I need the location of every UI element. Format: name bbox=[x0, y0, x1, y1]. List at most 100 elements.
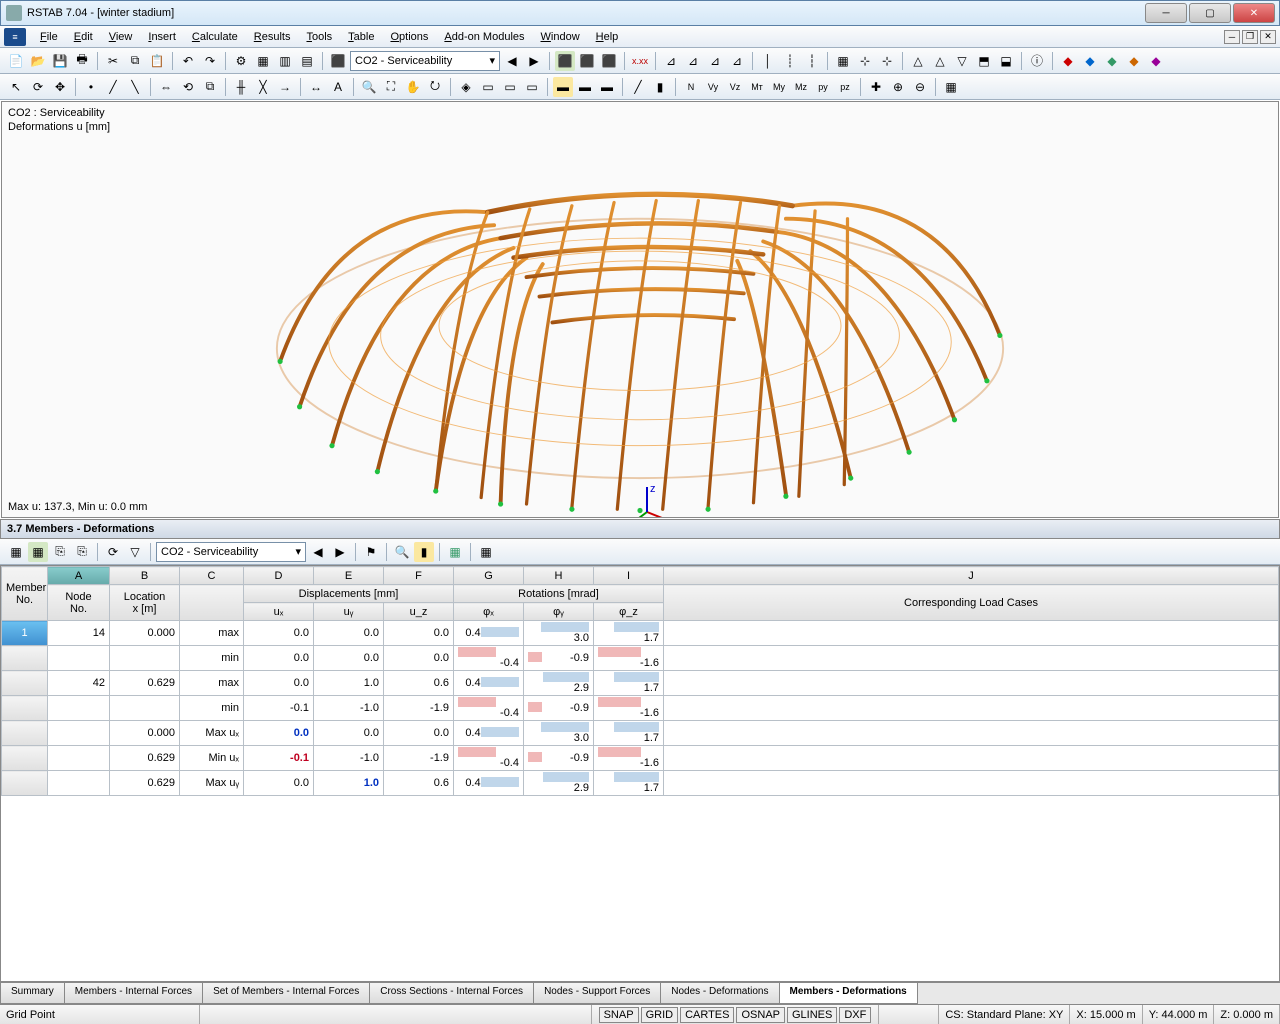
status-toggle-osnap[interactable]: OSNAP bbox=[736, 1007, 785, 1023]
copy-icon[interactable]: ⧉ bbox=[125, 51, 145, 71]
tab-members-internal-forces[interactable]: Members - Internal Forces bbox=[64, 983, 203, 1004]
col-d[interactable]: D bbox=[244, 567, 314, 585]
snap-icon[interactable]: ⊹ bbox=[877, 51, 897, 71]
dim-icon[interactable]: ↔ bbox=[306, 77, 326, 97]
col-j[interactable]: J bbox=[664, 567, 1279, 585]
prev-icon[interactable]: ◀ bbox=[502, 51, 522, 71]
tab-nodes-deformations[interactable]: Nodes - Deformations bbox=[660, 983, 779, 1004]
render-icon[interactable]: ▬ bbox=[553, 77, 573, 97]
zoom-all-icon[interactable]: ⛶ bbox=[381, 77, 401, 97]
3d-viewport[interactable]: CO2 : Serviceability Deformations u [mm] bbox=[1, 101, 1279, 518]
view-icon[interactable]: ⬒ bbox=[974, 51, 994, 71]
results-table[interactable]: MemberNo. A B C D E F G H I J NodeNo. Lo… bbox=[0, 565, 1280, 982]
label-icon[interactable]: x.xx bbox=[630, 51, 650, 71]
table-row[interactable]: 0.629Min uₓ-0.1-1.0-1.9-0.4-0.9-1.6 bbox=[2, 746, 1279, 771]
calc-icon[interactable]: ▦ bbox=[476, 542, 496, 562]
open-icon[interactable]: 📂 bbox=[28, 51, 48, 71]
tool-icon[interactable]: ⚙ bbox=[231, 51, 251, 71]
maximize-button[interactable]: ▢ bbox=[1189, 3, 1231, 23]
results-icon[interactable]: ⬛ bbox=[599, 51, 619, 71]
node-icon[interactable]: • bbox=[81, 77, 101, 97]
line-icon[interactable]: ┆ bbox=[802, 51, 822, 71]
support-icon[interactable]: △ bbox=[930, 51, 950, 71]
col-f[interactable]: F bbox=[384, 567, 454, 585]
force-vy-icon[interactable]: Vy bbox=[703, 77, 723, 97]
render-icon[interactable]: ▬ bbox=[597, 77, 617, 97]
col-e[interactable]: E bbox=[314, 567, 384, 585]
member-icon[interactable]: ╲ bbox=[125, 77, 145, 97]
col-uz[interactable]: u_z bbox=[384, 603, 454, 621]
divide-icon[interactable]: ╫ bbox=[231, 77, 251, 97]
col-group-rot[interactable]: Rotations [mrad] bbox=[454, 585, 664, 603]
status-toggle-grid[interactable]: GRID bbox=[641, 1007, 679, 1023]
menu-insert[interactable]: Insert bbox=[140, 29, 184, 45]
goto-icon[interactable]: ▮ bbox=[414, 542, 434, 562]
calculate-icon[interactable]: ⬛ bbox=[328, 51, 348, 71]
status-toggle-dxf[interactable]: DXF bbox=[839, 1007, 871, 1023]
menu-table[interactable]: Table bbox=[340, 29, 382, 45]
tool-icon[interactable]: ▤ bbox=[297, 51, 317, 71]
col-ux[interactable]: uₓ bbox=[244, 603, 314, 621]
col-phix[interactable]: φₓ bbox=[454, 603, 524, 621]
table-icon[interactable]: ▦ bbox=[6, 542, 26, 562]
nav-icon[interactable]: ▦ bbox=[941, 77, 961, 97]
tab-set-of-members-internal-forces[interactable]: Set of Members - Internal Forces bbox=[202, 983, 370, 1004]
panel-loadcase-combo[interactable]: CO2 - Serviceability▾ bbox=[156, 542, 306, 562]
col-uy[interactable]: uᵧ bbox=[314, 603, 384, 621]
force-pz-icon[interactable]: pz bbox=[835, 77, 855, 97]
next-icon[interactable]: ▶ bbox=[330, 542, 350, 562]
view-y-icon[interactable]: ▭ bbox=[500, 77, 520, 97]
table-icon[interactable]: ▦ bbox=[28, 542, 48, 562]
excel-icon[interactable]: ▦ bbox=[445, 542, 465, 562]
menu-tools[interactable]: Tools bbox=[298, 29, 340, 45]
col-phiz[interactable]: φ_z bbox=[594, 603, 664, 621]
iso-icon[interactable]: ◈ bbox=[456, 77, 476, 97]
status-toggle-glines[interactable]: GLINES bbox=[787, 1007, 837, 1023]
module-icon[interactable]: ◆ bbox=[1146, 51, 1166, 71]
grid-icon[interactable]: ▦ bbox=[833, 51, 853, 71]
refresh-icon[interactable]: ⟳ bbox=[103, 542, 123, 562]
snap-icon[interactable]: ⊹ bbox=[855, 51, 875, 71]
col-group-disp[interactable]: Displacements [mm] bbox=[244, 585, 454, 603]
tool-icon[interactable]: ⎘ bbox=[50, 542, 70, 562]
minimize-button[interactable]: ─ bbox=[1145, 3, 1187, 23]
extend-icon[interactable]: → bbox=[275, 77, 295, 97]
prev-icon[interactable]: ◀ bbox=[308, 542, 328, 562]
menu-options[interactable]: Options bbox=[382, 29, 436, 45]
force-vz-icon[interactable]: Vz bbox=[725, 77, 745, 97]
menu-window[interactable]: Window bbox=[533, 29, 588, 45]
support-icon[interactable]: △ bbox=[908, 51, 928, 71]
paste-icon[interactable]: 📋 bbox=[147, 51, 167, 71]
mdi-close-button[interactable]: ✕ bbox=[1260, 30, 1276, 44]
redo-icon[interactable]: ↷ bbox=[200, 51, 220, 71]
col-member[interactable]: MemberNo. bbox=[2, 567, 48, 621]
menu-calculate[interactable]: Calculate bbox=[184, 29, 246, 45]
view-x-icon[interactable]: ▭ bbox=[478, 77, 498, 97]
mdi-minimize-button[interactable]: ─ bbox=[1224, 30, 1240, 44]
tab-summary[interactable]: Summary bbox=[0, 983, 65, 1004]
results-icon[interactable]: ⬛ bbox=[555, 51, 575, 71]
tab-cross-sections-internal-forces[interactable]: Cross Sections - Internal Forces bbox=[369, 983, 534, 1004]
module-icon[interactable]: ◆ bbox=[1058, 51, 1078, 71]
new-icon[interactable]: 📄 bbox=[6, 51, 26, 71]
force-mz-icon[interactable]: Mz bbox=[791, 77, 811, 97]
col-i[interactable]: I bbox=[594, 567, 664, 585]
table-row[interactable]: min-0.1-1.0-1.9-0.4-0.9-1.6 bbox=[2, 696, 1279, 721]
save-icon[interactable]: 💾 bbox=[50, 51, 70, 71]
col-b[interactable]: B bbox=[110, 567, 180, 585]
menu-view[interactable]: View bbox=[101, 29, 141, 45]
force-mt-icon[interactable]: Mт bbox=[747, 77, 767, 97]
solid-icon[interactable]: ▮ bbox=[650, 77, 670, 97]
tool-icon[interactable]: ▥ bbox=[275, 51, 295, 71]
view-z-icon[interactable]: ▭ bbox=[522, 77, 542, 97]
col-g[interactable]: G bbox=[454, 567, 524, 585]
member-icon[interactable]: ╱ bbox=[103, 77, 123, 97]
close-button[interactable]: ✕ bbox=[1233, 3, 1275, 23]
tool-icon[interactable]: ▦ bbox=[253, 51, 273, 71]
table-row[interactable]: 0.629Max uᵧ0.01.00.60.42.91.7 bbox=[2, 771, 1279, 796]
filter-icon[interactable]: ▽ bbox=[125, 542, 145, 562]
diagram-icon[interactable]: ⊿ bbox=[683, 51, 703, 71]
text-icon[interactable]: A bbox=[328, 77, 348, 97]
menu-edit[interactable]: Edit bbox=[66, 29, 101, 45]
loadcase-combo[interactable]: CO2 - Serviceability▾ bbox=[350, 51, 500, 71]
